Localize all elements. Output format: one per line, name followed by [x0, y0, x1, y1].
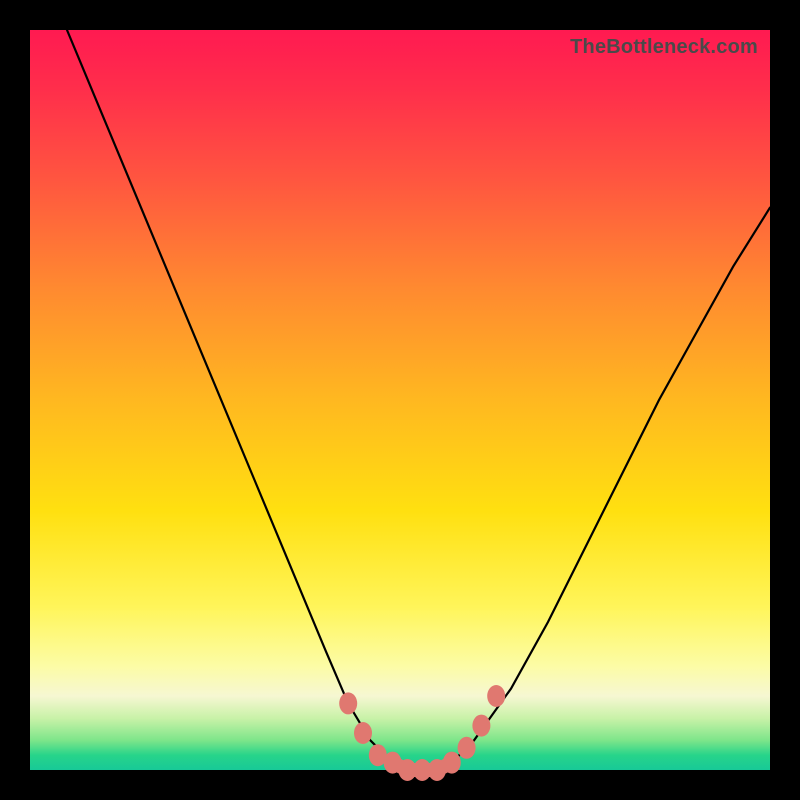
marker-point	[472, 715, 490, 737]
chart-stage: TheBottleneck.com	[0, 0, 800, 800]
chart-frame: TheBottleneck.com	[30, 30, 770, 770]
marker-point	[458, 737, 476, 759]
chart-svg	[30, 30, 770, 770]
bottleneck-curve	[67, 30, 770, 770]
marker-point	[443, 752, 461, 774]
marker-point	[339, 692, 357, 714]
markers-group	[339, 685, 505, 781]
marker-point	[487, 685, 505, 707]
marker-point	[354, 722, 372, 744]
